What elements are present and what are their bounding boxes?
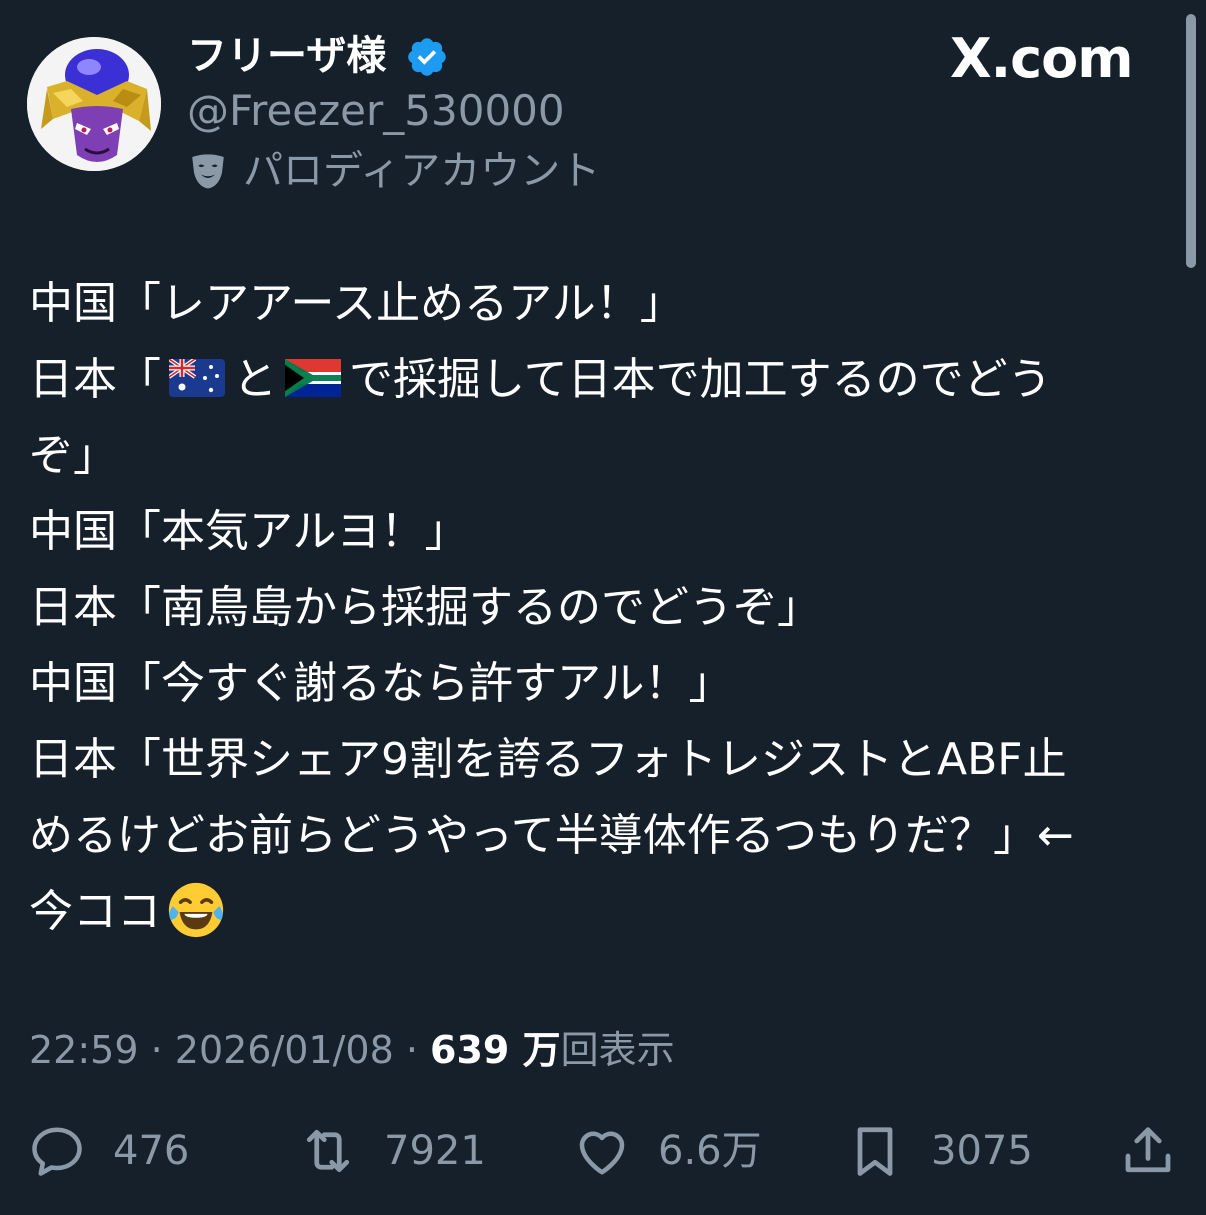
user-handle[interactable]: @Freezer_530000: [187, 84, 565, 138]
tweet-meta: 22:59 · 2026/01/08 · 639 万回表示: [29, 1022, 675, 1078]
tweet-time[interactable]: 22:59: [29, 1028, 139, 1072]
share-icon: [1125, 1127, 1171, 1173]
tweet-line: 中国「レアアース止めるアル！」: [29, 278, 684, 329]
reply-icon: [32, 1127, 82, 1176]
views-count: 639 万: [430, 1028, 561, 1072]
avatar[interactable]: [27, 37, 161, 171]
tweet-line: 中国「今すぐ謝るなら許すアル！」: [29, 658, 733, 709]
tweet-line: 日本「南鳥島から採掘するのでどうぞ」: [29, 582, 821, 633]
south-africa-flag-icon: [285, 359, 341, 397]
tweet-text-segment: 今ココ: [29, 886, 161, 937]
brand-logo: X.com: [950, 27, 1134, 90]
tweet-text-segment: と: [233, 354, 277, 405]
parody-label-text: パロディアカウント: [243, 148, 601, 194]
frieza-avatar-icon: [27, 37, 161, 171]
scrollbar[interactable]: [1186, 14, 1196, 268]
bookmark-icon: [857, 1127, 893, 1176]
like-count: 6.6万: [658, 1128, 762, 1174]
like-button[interactable]: 6.6万: [572, 1118, 762, 1184]
tweet-screenshot: フリーザ様 @Freezer_530000 パロディアカウント X.com 中国…: [0, 0, 1206, 1215]
bookmark-count: 3075: [931, 1128, 1033, 1174]
tweet-line: 日本「 と で採掘して日本で加工するのでどう: [29, 342, 1179, 418]
bookmark-button[interactable]: 3075: [845, 1118, 1033, 1184]
meta-separator: ·: [138, 1028, 175, 1072]
tweet-text: 中国「レアアース止めるアル！」 日本「 と で採掘して日本で加工するのでどう ぞ…: [29, 266, 1179, 950]
tweet-line: ぞ」: [29, 430, 117, 481]
repost-count: 7921: [384, 1128, 486, 1174]
repost-button[interactable]: 7921: [298, 1118, 486, 1184]
views-label: 回表示: [560, 1028, 675, 1072]
heart-icon: [579, 1131, 625, 1175]
verified-badge-icon: [408, 38, 446, 76]
parody-account-label: パロディアカウント: [187, 144, 600, 198]
tweet-line: めるけどお前らどうやって半導体作るつもりだ？」←: [29, 810, 1074, 861]
theater-mask-icon: [192, 154, 224, 189]
tweet-line: 中国「本気アルヨ！」: [29, 506, 469, 557]
tears-of-joy-emoji-icon: [168, 882, 224, 938]
tweet-text-segment: で採掘して日本で加工するのでどう: [349, 354, 1052, 405]
display-name[interactable]: フリーザ様: [187, 30, 386, 82]
australia-flag-icon: [169, 359, 225, 397]
tweet-date[interactable]: 2026/01/08: [175, 1028, 394, 1072]
action-bar: 476 7921 6.6万 3075: [0, 1118, 1206, 1184]
repost-icon: [306, 1129, 350, 1173]
meta-separator: ·: [393, 1028, 431, 1072]
tweet-line: 日本「世界シェア9割を誇るフォトレジストとABF止: [29, 734, 1067, 785]
tweet-line: 今ココ: [29, 874, 1179, 950]
reply-count: 476: [113, 1128, 190, 1174]
tweet-text-segment: 日本「: [29, 354, 161, 405]
share-button[interactable]: [1118, 1118, 1178, 1184]
reply-button[interactable]: 476: [27, 1118, 189, 1184]
